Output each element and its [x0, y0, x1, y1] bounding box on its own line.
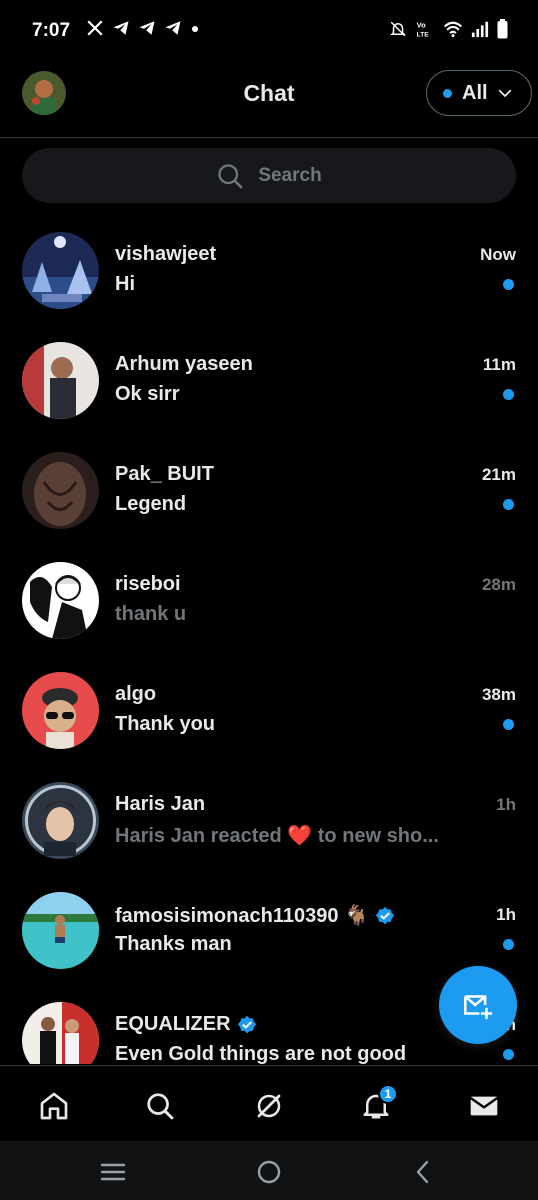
- conversation-list[interactable]: vishawjeet Hi Now Arhum yaseen Ok sirr 1…: [0, 214, 538, 1064]
- avatar: [22, 562, 99, 639]
- conversation-time: 11m: [482, 355, 516, 374]
- grok-icon: [257, 1094, 281, 1118]
- conversation-message: Haris Jan reacted ❤️ to new sho...: [115, 825, 439, 847]
- filter-dropdown-button[interactable]: All: [426, 70, 532, 116]
- unread-dot: [503, 1049, 514, 1060]
- filter-label: All: [462, 81, 488, 104]
- new-message-icon: [463, 995, 493, 1020]
- conversation-message: Legend: [115, 493, 187, 515]
- recents-icon: [100, 1163, 126, 1181]
- conversation-name: famosisimonach110390 🐐: [115, 903, 395, 928]
- unread-dot: [503, 499, 514, 510]
- nav-home[interactable]: [34, 1086, 74, 1126]
- conversation-message: Thanks man: [115, 933, 232, 955]
- conversation-row[interactable]: riseboi thank u 28m: [0, 544, 538, 654]
- chat-header: Chat All: [0, 64, 538, 138]
- system-home-button[interactable]: [254, 1157, 284, 1187]
- conversation-time: 21m: [481, 465, 516, 484]
- conversation-name: Pak_ BUIT: [115, 463, 214, 485]
- status-right-icons: Vo LTE: [389, 19, 508, 39]
- unread-dot: [503, 389, 514, 400]
- avatar: [22, 342, 99, 419]
- verified-badge-icon: [375, 906, 395, 924]
- system-navigation-bar: [0, 1141, 538, 1200]
- conversation-message: Even Gold things are not good: [115, 1043, 407, 1064]
- unread-dot: [503, 279, 514, 290]
- mute-icon: [390, 21, 406, 37]
- conversation-name: EQUALIZER: [115, 1013, 257, 1036]
- conversation-name: Haris Jan: [115, 793, 206, 815]
- search-input[interactable]: Search: [22, 148, 516, 203]
- avatar: [22, 672, 99, 749]
- conversation-name: algo: [115, 683, 157, 705]
- nav-notifications[interactable]: 1: [356, 1084, 398, 1126]
- new-message-button[interactable]: [439, 966, 517, 1044]
- conversation-name: riseboi: [115, 573, 181, 595]
- home-circle-icon: [257, 1160, 281, 1184]
- conversation-row[interactable]: algo Thank you 38m: [0, 654, 538, 764]
- avatar: [22, 782, 99, 859]
- conversation-message: thank u: [115, 603, 187, 625]
- chevron-down-icon: [498, 89, 511, 97]
- status-bar: 7:07 Vo LTE: [0, 0, 538, 64]
- conversation-message: Hi: [115, 273, 135, 295]
- home-icon: [40, 1092, 68, 1120]
- conversation-message: Ok sirr: [115, 383, 180, 405]
- status-left-icons: [86, 19, 200, 37]
- unread-dot: [503, 939, 514, 950]
- avatar: [22, 232, 99, 309]
- avatar: [22, 452, 99, 529]
- svg-text:LTE: LTE: [417, 32, 430, 39]
- signal-icon: [471, 21, 489, 38]
- nav-messages[interactable]: [464, 1086, 504, 1126]
- x-logo-icon: [87, 20, 103, 36]
- conversation-row[interactable]: Pak_ BUIT Legend 21m: [0, 434, 538, 544]
- conversation-time: 38m: [481, 685, 516, 704]
- conversation-row[interactable]: Arhum yaseen Ok sirr 11m: [0, 324, 538, 434]
- avatar: [22, 1002, 99, 1064]
- battery-icon: [497, 19, 508, 39]
- bottom-navigation: 1: [0, 1065, 538, 1141]
- conversation-row[interactable]: Haris Jan Haris Jan reacted ❤️ to new sh…: [0, 764, 538, 874]
- volte-icon: Vo LTE: [417, 20, 430, 39]
- dot-icon: [192, 26, 198, 32]
- search-placeholder: Search: [258, 164, 322, 186]
- nav-search[interactable]: [140, 1086, 180, 1126]
- search-icon: [218, 163, 243, 188]
- conversation-time: Now: [480, 245, 516, 264]
- conversation-row[interactable]: famosisimonach110390 🐐 Thanks man 1h: [0, 874, 538, 984]
- conversation-time: 1h: [496, 795, 516, 814]
- conversation-time: 1h: [496, 905, 516, 924]
- notifications-badge: 1: [378, 1084, 398, 1104]
- conversation-time: 28m: [481, 575, 516, 594]
- telegram-icon: [139, 21, 155, 35]
- unread-dot: [503, 719, 514, 730]
- wifi-icon: [443, 21, 463, 38]
- back-icon: [416, 1160, 429, 1184]
- messages-icon: [469, 1096, 499, 1116]
- nav-grok[interactable]: [249, 1086, 289, 1126]
- system-back-button[interactable]: [408, 1157, 438, 1187]
- conversation-name: Arhum yaseen: [115, 353, 253, 375]
- avatar: [22, 892, 99, 969]
- status-time: 7:07: [32, 20, 71, 41]
- filter-indicator-dot: [443, 88, 452, 98]
- telegram-icon: [165, 21, 181, 35]
- conversation-row[interactable]: vishawjeet Hi Now: [0, 214, 538, 324]
- telegram-icon: [113, 21, 129, 35]
- search-icon: [147, 1093, 174, 1120]
- svg-text:Vo: Vo: [417, 20, 426, 29]
- conversation-name: vishawjeet: [115, 243, 217, 265]
- system-recents-button[interactable]: [98, 1157, 128, 1187]
- verified-badge-icon: [237, 1015, 256, 1033]
- conversation-message: Thank you: [115, 713, 216, 735]
